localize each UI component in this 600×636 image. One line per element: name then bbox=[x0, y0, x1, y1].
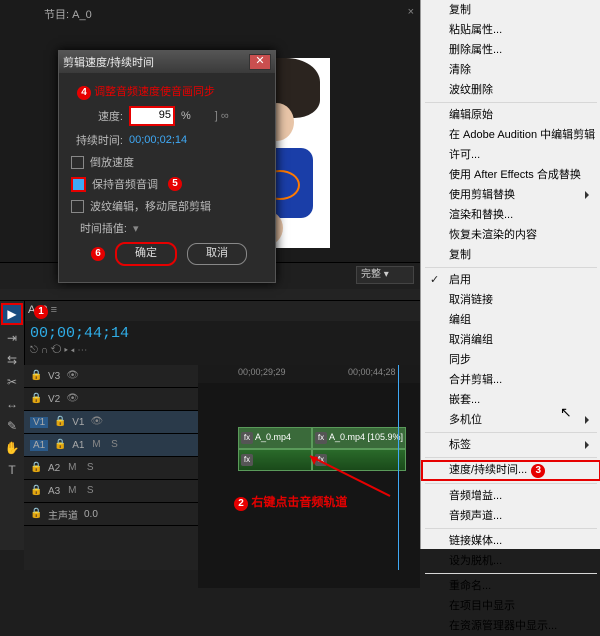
annotation-arrow-icon bbox=[300, 451, 400, 501]
callout-6: 6 bbox=[91, 247, 105, 261]
mi-audio-gain[interactable]: 音频增益... bbox=[421, 486, 600, 506]
speed-input[interactable]: 95 bbox=[129, 106, 175, 126]
link-icon[interactable]: ] ∞ bbox=[215, 110, 229, 122]
speed-duration-dialog: 剪辑速度/持续时间✕ 4 调整音频速度使音画同步 速度: 95 % ] ∞ 持续… bbox=[58, 50, 276, 283]
zoom-fit-dropdown[interactable]: 完整 ▾ bbox=[356, 266, 414, 284]
video-clip[interactable]: fxA_0.mp4 [84.9 bbox=[238, 427, 312, 449]
mi-sync[interactable]: 同步 bbox=[421, 350, 600, 370]
mi-audition[interactable]: 在 Adobe Audition 中编辑剪辑 bbox=[421, 125, 600, 145]
mi-offline[interactable]: 设为脱机... bbox=[421, 551, 600, 571]
mi-render[interactable]: 渲染和替换... bbox=[421, 205, 600, 225]
mi-copy[interactable]: 复制 bbox=[421, 0, 600, 20]
track-select-icon[interactable]: ⇥ bbox=[3, 329, 21, 347]
track-a2[interactable]: 🔒A2MS bbox=[24, 457, 198, 480]
mi-reveal-explorer[interactable]: 在资源管理器中显示... bbox=[421, 616, 600, 636]
cancel-button[interactable]: 取消 bbox=[187, 243, 247, 265]
mi-reveal-proj[interactable]: 在项目中显示 bbox=[421, 596, 600, 616]
type-tool-icon[interactable]: T bbox=[3, 461, 21, 479]
mi-multicam[interactable]: 多机位 bbox=[421, 410, 600, 430]
track-v3[interactable]: 🔒V3👁 bbox=[24, 365, 198, 388]
callout-5: 5 bbox=[168, 177, 182, 191]
callout-1: 1 bbox=[34, 305, 48, 319]
mi-group[interactable]: 编组 bbox=[421, 310, 600, 330]
duration-value[interactable]: 00;00;02;14 bbox=[129, 134, 187, 146]
mi-label[interactable]: 标签 bbox=[421, 435, 600, 455]
track-master[interactable]: 🔒主声道0.0 bbox=[24, 503, 198, 526]
mi-audio-channels[interactable]: 音频声道... bbox=[421, 506, 600, 526]
razor-tool-icon[interactable]: ✂ bbox=[3, 373, 21, 391]
mi-edit-orig[interactable]: 编辑原始 bbox=[421, 105, 600, 125]
mi-ae[interactable]: 使用 After Effects 合成替换 bbox=[421, 165, 600, 185]
speed-label: 速度: bbox=[71, 108, 123, 124]
ripple-tool-icon[interactable]: ⇆ bbox=[3, 351, 21, 369]
mi-dup[interactable]: 复制 bbox=[421, 245, 600, 265]
duration-label: 持续时间: bbox=[71, 132, 123, 148]
ripple-checkbox[interactable] bbox=[71, 200, 84, 213]
callout-4: 4 bbox=[77, 86, 91, 100]
pen-tool-icon[interactable]: ✎ bbox=[3, 417, 21, 435]
ruler-tick: 00;00;44;28 bbox=[348, 367, 396, 377]
interp-label: 时间插值: bbox=[71, 220, 127, 236]
context-menu: 复制 粘贴属性... 删除属性... 清除 波纹删除 编辑原始 在 Adobe … bbox=[420, 0, 600, 549]
timeline-ctrl-icons[interactable]: ⎋ ∩ ⟲ ▸ ◂ ⋯ bbox=[30, 345, 87, 356]
program-tab[interactable]: 节目: A_0 bbox=[44, 6, 92, 22]
ruler-tick: 00;00;29;29 bbox=[238, 367, 286, 377]
mi-restore[interactable]: 恢复未渲染的内容 bbox=[421, 225, 600, 245]
track-a3[interactable]: 🔒A3MS bbox=[24, 480, 198, 503]
mi-license[interactable]: 许可... bbox=[421, 145, 600, 165]
track-v1[interactable]: V1🔒V1👁 bbox=[24, 411, 198, 434]
callout-3: 3 bbox=[531, 464, 545, 478]
timecode[interactable]: 00;00;44;14 bbox=[30, 325, 129, 342]
slip-tool-icon[interactable]: ↔ bbox=[3, 395, 21, 413]
dialog-title: 剪辑速度/持续时间 bbox=[63, 54, 154, 70]
reverse-checkbox[interactable] bbox=[71, 156, 84, 169]
callout-2: 2 bbox=[234, 497, 248, 511]
mi-enable[interactable]: 启用 bbox=[421, 270, 600, 290]
mi-speed-duration[interactable]: 速度/持续时间...3 bbox=[421, 460, 600, 481]
mi-del-attr[interactable]: 删除属性... bbox=[421, 40, 600, 60]
video-clip[interactable]: fxA_0.mp4 [105.9%] bbox=[312, 427, 406, 449]
mi-replace[interactable]: 使用剪辑替换 bbox=[421, 185, 600, 205]
timeline-panel: ▶ ⇥ ⇆ ✂ ↔ ✎ ✋ T 1 A_0 ≡ 00;00;44;14 ⎋ ∩ … bbox=[0, 300, 420, 550]
tab-menu-icon[interactable]: ≡ bbox=[51, 304, 57, 316]
hand-tool-icon[interactable]: ✋ bbox=[3, 439, 21, 457]
mi-unlink[interactable]: 取消链接 bbox=[421, 290, 600, 310]
panel-close-icon[interactable]: × bbox=[408, 6, 414, 18]
mi-nest[interactable]: 嵌套... bbox=[421, 390, 600, 410]
dialog-close-icon[interactable]: ✕ bbox=[249, 54, 271, 70]
track-v2[interactable]: 🔒V2👁 bbox=[24, 388, 198, 411]
mi-clear[interactable]: 清除 bbox=[421, 60, 600, 80]
pitch-checkbox[interactable] bbox=[71, 177, 86, 192]
mi-link-media[interactable]: 链接媒体... bbox=[421, 531, 600, 551]
track-a1[interactable]: A1🔒A1MS bbox=[24, 434, 198, 457]
hint-text: 调整音频速度使音画同步 bbox=[94, 86, 215, 98]
selection-tool-icon[interactable]: ▶ bbox=[1, 303, 23, 325]
mi-rename[interactable]: 重命名... bbox=[421, 576, 600, 596]
ok-button[interactable]: 确定 bbox=[115, 242, 177, 266]
mi-merge[interactable]: 合并剪辑... bbox=[421, 370, 600, 390]
mi-paste-attr[interactable]: 粘贴属性... bbox=[421, 20, 600, 40]
mi-ripple-del[interactable]: 波纹删除 bbox=[421, 80, 600, 100]
mi-ungroup[interactable]: 取消编组 bbox=[421, 330, 600, 350]
